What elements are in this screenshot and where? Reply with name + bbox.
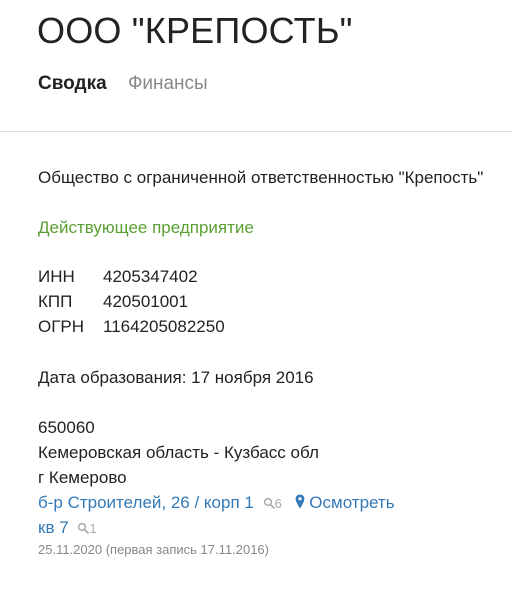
- code-value: 4205347402: [103, 267, 198, 286]
- code-label: ОГРН: [38, 317, 85, 336]
- postal-code: 650060: [38, 418, 95, 437]
- company-title: ООО "КРЕПОСТЬ": [37, 10, 353, 51]
- apartment-count: 1: [89, 521, 97, 536]
- address-apartment-line: кв 7 1: [38, 515, 395, 540]
- street-link[interactable]: б-р Строителей, 26 / корп 1: [38, 493, 254, 512]
- map-link-label: Осмотреть: [309, 493, 395, 512]
- code-row-kpp: КПП 420501001: [38, 289, 225, 314]
- tab-finances[interactable]: Финансы: [128, 73, 208, 95]
- address-street-line: б-р Строителей, 26 / корп 1 6 Осмотреть: [38, 490, 395, 515]
- company-status: Действующее предприятие: [38, 218, 254, 237]
- address-region: Кемеровская область - Кузбасс обл: [38, 443, 319, 462]
- registration-date: Дата образования: 17 ноября 2016: [38, 368, 314, 387]
- code-label: КПП: [38, 292, 73, 311]
- address-city: г Кемерово: [38, 468, 127, 487]
- search-icon: [263, 491, 275, 516]
- search-icon: [77, 516, 90, 541]
- last-updated: 25.11.2020 (первая запись 17.11.2016): [38, 542, 269, 557]
- company-codes: ИНН 4205347402 КПП 420501001 ОГРН 116420508…: [38, 264, 225, 339]
- tab-summary[interactable]: Сводка: [38, 73, 107, 95]
- tabs: Сводка Финансы: [38, 73, 208, 95]
- apartment-link[interactable]: кв 7: [38, 518, 69, 537]
- divider: [0, 131, 512, 132]
- code-value: 1164205082250: [103, 317, 225, 336]
- code-value: 420501001: [103, 292, 189, 311]
- company-full-name: Общество с ограниченной ответственностью…: [38, 168, 484, 187]
- address-block: 650060 Кемеровская область - Кузбасс обл…: [38, 415, 395, 540]
- code-row-ogrn: ОГРН 1164205082250: [38, 314, 225, 339]
- code-label: ИНН: [38, 267, 75, 286]
- street-count: 6: [274, 496, 282, 511]
- code-row-inn: ИНН 4205347402: [38, 264, 225, 289]
- map-view-link[interactable]: Осмотреть: [295, 493, 395, 512]
- map-marker-icon: [295, 493, 310, 512]
